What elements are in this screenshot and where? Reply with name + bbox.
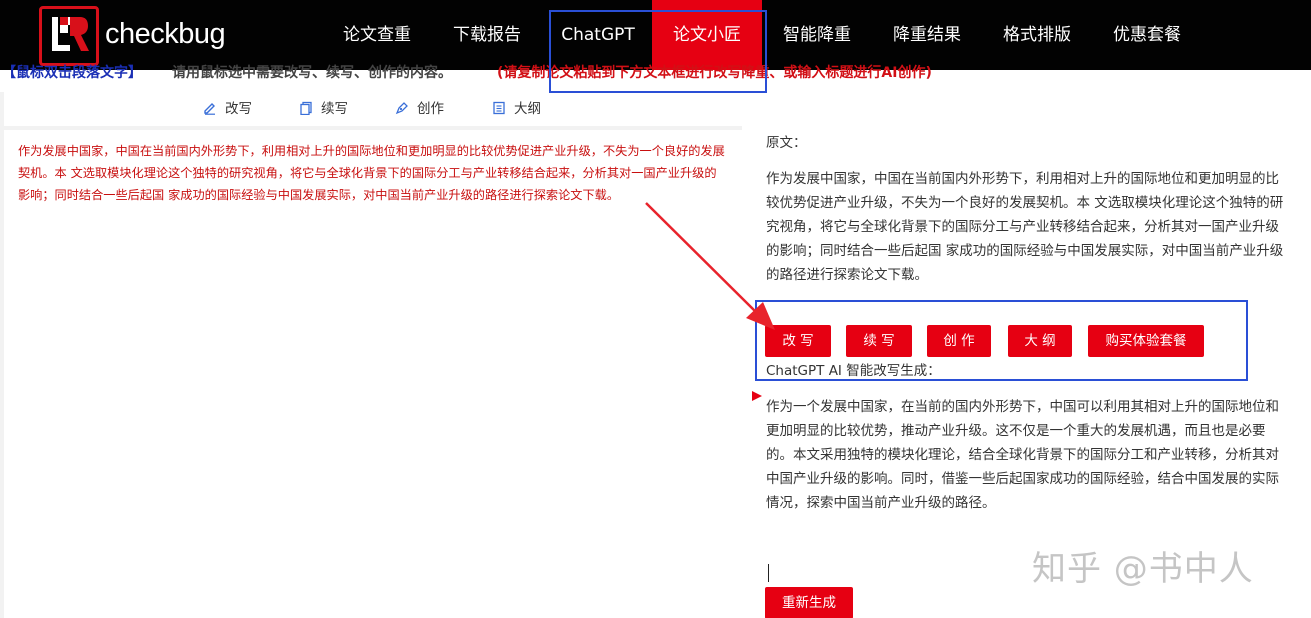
tool-continue-label: 续写 [321, 101, 348, 117]
rewrite-button[interactable]: 改 写 [765, 325, 831, 357]
instruction-blue: 【鼠标双击段落文字】 [2, 65, 142, 81]
brand-name: checkbug [105, 18, 226, 50]
tool-create-label: 创作 [417, 101, 444, 117]
result-marker-icon [752, 391, 762, 401]
paper-text-editor[interactable]: 作为发展中国家，中国在当前国内外形势下，利用相对上升的国际地位和更加明显的比较优… [4, 130, 742, 618]
tool-rewrite[interactable]: 改写 [203, 92, 252, 126]
tool-outline-label: 大纲 [514, 101, 541, 117]
create-button[interactable]: 创 作 [927, 325, 991, 357]
pencil-icon [204, 103, 215, 115]
ai-result-text: 作为一个发展中国家，在当前的国内外形势下，中国可以利用其相对上升的国际地位和更加… [766, 399, 1279, 511]
nav-item-chatgpt[interactable]: ChatGPT [551, 0, 645, 70]
nav-item-download-report[interactable]: 下载报告 [440, 0, 534, 70]
ai-generated-label: ChatGPT AI 智能改写生成： [766, 363, 941, 379]
nav-item-smart-reduce[interactable]: 智能降重 [770, 0, 864, 70]
buy-package-button[interactable]: 购买体验套餐 [1088, 325, 1204, 357]
regenerate-button[interactable]: 重新生成 [765, 587, 853, 618]
copy-icon [300, 101, 312, 115]
nav-item-discount-package[interactable]: 优惠套餐 [1100, 0, 1194, 70]
brand-logo[interactable]: checkbug [39, 6, 229, 66]
nav-item-paper-craftsman[interactable]: 论文小匠 [652, 0, 762, 70]
logo-letter-mark-icon [52, 17, 89, 51]
watermark: 知乎 @书中人 [1032, 549, 1254, 589]
tool-continue[interactable]: 续写 [299, 92, 348, 126]
outline-button[interactable]: 大 纲 [1008, 325, 1072, 357]
editor-panel: 改写 续写 创作 大纲 作为发展中国家，中国在当前国内外形势下，利用相对上升的国… [0, 92, 742, 618]
outline-icon [493, 101, 505, 115]
tool-outline[interactable]: 大纲 [492, 92, 541, 126]
instruction-grey: 请用鼠标选中需要改写、续写、创作的内容。 [172, 65, 452, 81]
instruction-red: (请复制论文粘贴到下方文本框进行改写降重、或输入标题进行AI创作) [497, 65, 932, 81]
original-label: 原文： [766, 135, 807, 151]
nav-item-paper-check[interactable]: 论文查重 [330, 0, 424, 70]
page: checkbug 论文查重 下载报告 ChatGPT 论文小匠 智能降重 降重结… [0, 0, 1311, 618]
nav-item-reduce-result[interactable]: 降重结果 [880, 0, 974, 70]
editor-toolbar: 改写 续写 创作 大纲 [4, 92, 742, 126]
instruction-strip: 【鼠标双击段落文字】 请用鼠标选中需要改写、续写、创作的内容。 (请复制论文粘贴… [0, 62, 1311, 82]
top-nav-bar: checkbug 论文查重 下载报告 ChatGPT 论文小匠 智能降重 降重结… [0, 0, 1311, 70]
nav-item-formatting[interactable]: 格式排版 [990, 0, 1084, 70]
continue-button[interactable]: 续 写 [846, 325, 912, 357]
tool-create[interactable]: 创作 [395, 92, 444, 126]
tool-rewrite-label: 改写 [225, 101, 252, 117]
text-cursor [768, 564, 769, 582]
pen-nib-icon [395, 102, 408, 115]
original-text: 作为发展中国家，中国在当前国内外形势下，利用相对上升的国际地位和更加明显的比较优… [766, 171, 1284, 283]
